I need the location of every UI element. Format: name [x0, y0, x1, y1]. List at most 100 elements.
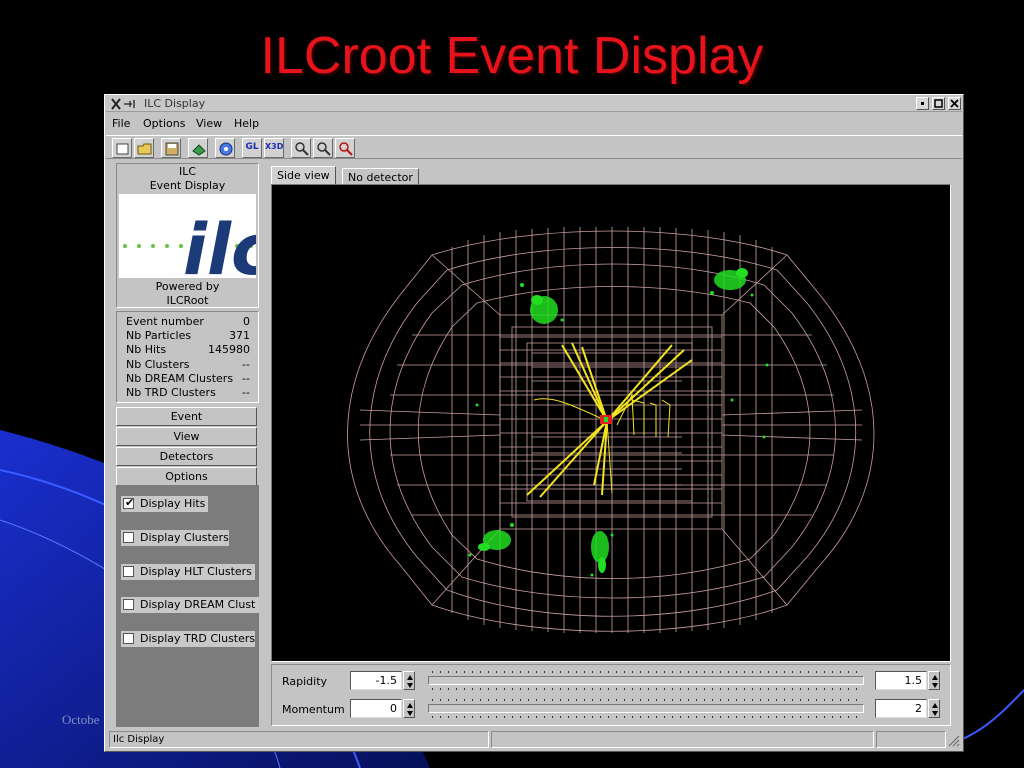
spinner-arrows-icon — [407, 675, 413, 688]
stat-value: 0 — [243, 315, 250, 328]
menu-options[interactable]: Options — [143, 117, 185, 130]
slide-footer-text: Octobe — [62, 712, 100, 727]
minimize-icon — [921, 102, 924, 105]
check-mark-icon: ✔ — [125, 496, 135, 509]
window-title: ILC Display — [144, 97, 206, 110]
close-button[interactable] — [948, 97, 961, 110]
detectors-button[interactable]: Detectors — [116, 447, 257, 466]
stat-row: Nb Particles 371 — [126, 329, 250, 343]
close-icon — [950, 99, 959, 108]
event-button[interactable]: Event — [116, 407, 257, 426]
rapidity-min-field[interactable]: -1.5 — [350, 671, 402, 690]
powered-by-name: ILCRoot — [166, 294, 209, 307]
ilc-logo: ilc — [119, 194, 272, 291]
open-folder-icon — [137, 143, 152, 155]
stat-label: Nb Hits — [126, 343, 167, 356]
interaction-vertex — [600, 415, 612, 424]
app-window: ILC Display File Options View Help GL X3… — [104, 94, 964, 752]
info-button[interactable] — [215, 138, 235, 158]
tab-side-view[interactable]: Side view — [271, 166, 336, 185]
gl-view-button[interactable]: GL — [242, 138, 262, 158]
zoom-reset-icon — [339, 142, 353, 156]
open-folder-button[interactable] — [134, 138, 154, 158]
options-button[interactable]: Options — [116, 467, 257, 486]
event-display-viewport[interactable] — [271, 184, 951, 662]
checkbox[interactable]: ✔ — [123, 496, 135, 509]
menu-help[interactable]: Help — [234, 117, 259, 130]
option-display-trd-clusters[interactable]: Display TRD Clusters — [121, 631, 255, 647]
logo-mark-text: ilc — [183, 209, 256, 278]
option-display-clusters[interactable]: Display Clusters — [121, 530, 229, 546]
checkbox[interactable] — [123, 633, 134, 644]
ilc-logo-mark: ilc — [123, 209, 272, 291]
momentum-min-spinner[interactable] — [403, 699, 415, 718]
stat-row: Nb DREAM Clusters -- — [126, 372, 250, 386]
save-button[interactable] — [161, 138, 181, 158]
logo-box: ILC Event Display ilc Powered by ILCRoot — [116, 163, 272, 308]
status-bar: Ilc Display — [106, 731, 962, 749]
option-label: Display DREAM Clust — [140, 598, 256, 611]
spinner-arrows-icon — [932, 675, 938, 688]
cuts-panel: Rapidity -1.5 1.5 Momentum 0 2 — [271, 664, 951, 726]
maximize-button[interactable] — [932, 97, 945, 110]
stat-value: -- — [242, 386, 250, 399]
stat-label: Event number — [126, 315, 204, 328]
x3d-view-button[interactable]: X3D — [264, 138, 284, 158]
maximize-icon — [934, 99, 943, 108]
rapidity-label: Rapidity — [282, 675, 328, 688]
checkbox[interactable] — [123, 566, 134, 577]
new-file-icon — [116, 143, 129, 155]
momentum-max-field[interactable]: 2 — [875, 699, 927, 718]
stat-value: 145980 — [208, 343, 250, 356]
menu-view[interactable]: View — [196, 117, 222, 130]
event-stats: Event number 0 Nb Particles 371 Nb Hits … — [116, 311, 259, 403]
option-label: Display Clusters — [140, 531, 229, 544]
zoom-reset-button[interactable] — [335, 138, 355, 158]
stat-label: Nb Particles — [126, 329, 192, 342]
checkbox[interactable] — [123, 532, 134, 543]
momentum-max-spinner[interactable] — [928, 699, 940, 718]
minimize-button[interactable] — [916, 97, 929, 110]
logo-title: ILC — [178, 165, 197, 178]
option-display-hlt-clusters[interactable]: Display HLT Clusters — [121, 564, 255, 580]
rapidity-slider[interactable] — [428, 671, 864, 691]
title-bar[interactable]: ILC Display — [106, 96, 962, 112]
stat-row: Nb TRD Clusters -- — [126, 386, 250, 400]
zoom-in-button[interactable] — [291, 138, 311, 158]
option-label: Display TRD Clusters — [140, 632, 256, 645]
momentum-min-field[interactable]: 0 — [350, 699, 402, 718]
rapidity-min-spinner[interactable] — [403, 671, 415, 690]
stat-row: Event number 0 — [126, 315, 250, 329]
print-button[interactable] — [188, 138, 208, 158]
option-display-dream-clusters[interactable]: Display DREAM Clust — [121, 597, 259, 613]
stat-value: 371 — [229, 329, 250, 342]
momentum-label: Momentum — [282, 703, 345, 716]
new-file-button[interactable] — [112, 138, 132, 158]
status-text: Ilc Display — [109, 731, 489, 748]
app-window-icon[interactable] — [110, 97, 140, 111]
status-cell-middle — [491, 731, 874, 748]
toolbar: GL X3D — [106, 135, 962, 159]
momentum-slider[interactable] — [428, 699, 864, 719]
zoom-out-button[interactable] — [313, 138, 333, 158]
view-button[interactable]: View — [116, 427, 257, 446]
option-display-hits[interactable]: ✔ Display Hits — [121, 496, 208, 512]
spinner-arrows-icon — [932, 703, 938, 716]
stat-value: -- — [242, 358, 250, 371]
options-panel: ✔ Display Hits Display Clusters Display … — [116, 485, 259, 727]
stat-row: Nb Clusters -- — [126, 358, 250, 372]
tab-no-detector[interactable]: No detector — [342, 168, 419, 185]
rapidity-max-spinner[interactable] — [928, 671, 940, 690]
stat-label: Nb DREAM Clusters — [126, 372, 234, 385]
status-cell-right — [876, 731, 946, 748]
stat-value: -- — [242, 372, 250, 385]
stat-label: Nb Clusters — [126, 358, 190, 371]
save-icon — [165, 142, 179, 156]
x3d-view-icon: X3D — [265, 142, 284, 151]
menu-file[interactable]: File — [112, 117, 130, 130]
detector-side-view — [347, 227, 875, 633]
resize-grip-icon[interactable] — [947, 734, 960, 747]
zoom-out-icon — [317, 142, 331, 156]
rapidity-max-field[interactable]: 1.5 — [875, 671, 927, 690]
checkbox[interactable] — [123, 599, 134, 610]
